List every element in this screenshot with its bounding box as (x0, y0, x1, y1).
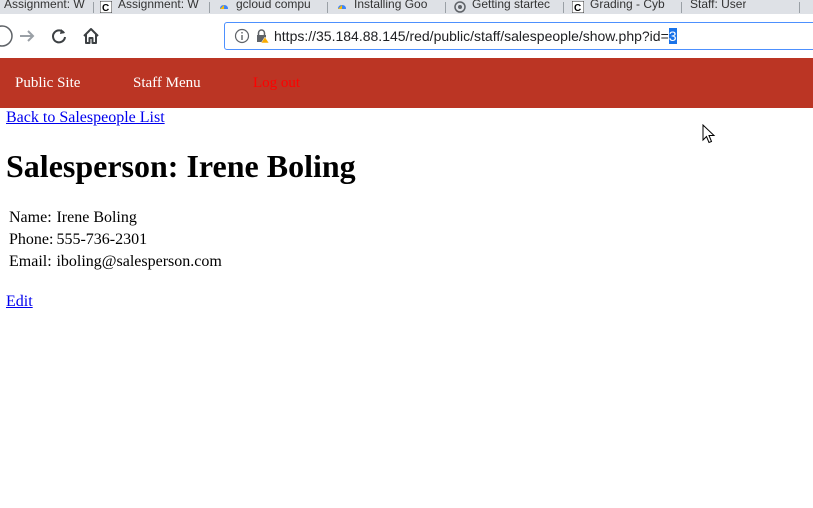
browser-tab[interactable]: Installing Goo (336, 0, 446, 14)
public-site-link[interactable]: Public Site (15, 75, 80, 92)
gear-icon (454, 1, 466, 13)
browser-tab[interactable]: Staff: User (690, 0, 800, 14)
tab-title: Staff: User (690, 0, 747, 11)
browser-tab[interactable]: Assignment: W (0, 0, 94, 14)
browser-tab[interactable]: C Assignment: W (100, 0, 210, 14)
forward-button[interactable] (15, 24, 39, 48)
page-title: Salesperson: Irene Boling (6, 148, 356, 184)
svg-text:C: C (574, 3, 581, 13)
browser-tab[interactable]: C Grading - Cyb (572, 0, 682, 14)
table-row: Email: iboling@salesperson.com (9, 251, 222, 273)
tab-title: Getting startec (472, 0, 551, 11)
tab-title: Installing Goo (354, 0, 428, 11)
gcloud-icon (338, 5, 346, 9)
reload-button[interactable] (47, 24, 71, 48)
address-bar[interactable]: https://35.184.88.145/red/public/staff/s… (224, 22, 813, 50)
detail-label: Phone: (9, 231, 54, 248)
svg-text:C: C (102, 3, 109, 13)
arrow-right-icon (20, 30, 35, 42)
detail-value: 555-736-2301 (56, 231, 148, 248)
staff-menu-link[interactable]: Staff Menu (133, 75, 201, 92)
url-selection: 3 (668, 28, 677, 44)
tab-title: gcloud compu (236, 0, 311, 11)
table-row: Phone: 555-736-2301 (9, 229, 222, 251)
url-text: https://35.184.88.145/red/public/staff/s… (274, 28, 677, 44)
back-to-list-link[interactable]: Back to Salespeople List (6, 109, 165, 127)
back-button[interactable] (0, 24, 14, 48)
codepath-icon: C (100, 1, 112, 13)
browser-tab[interactable]: Getting startec (454, 0, 564, 14)
detail-value: iboling@salesperson.com (56, 253, 222, 270)
detail-value: Irene Boling (56, 209, 137, 226)
tab-title: Grading - Cyb (590, 0, 665, 11)
insecure-lock-icon (257, 29, 270, 44)
browser-tab[interactable]: gcloud compu (218, 0, 328, 14)
tab-title: Assignment: W (118, 0, 199, 11)
site-nav: Public Site Staff Menu Log out (0, 58, 813, 108)
info-icon (234, 28, 250, 44)
edit-link[interactable]: Edit (6, 293, 33, 311)
home-button[interactable] (79, 24, 103, 48)
tab-title: Assignment: W (4, 0, 85, 11)
log-out-link[interactable]: Log out (253, 75, 300, 92)
detail-label: Email: (9, 253, 52, 270)
home-icon (83, 28, 99, 44)
reload-icon (52, 29, 66, 44)
salesperson-details: Name: Irene Boling Phone: 555-736-2301 E… (6, 207, 225, 273)
codepath-icon: C (572, 1, 584, 13)
browser-toolbar: https://35.184.88.145/red/public/staff/s… (0, 14, 813, 58)
mouse-cursor-icon (702, 124, 716, 144)
table-row: Name: Irene Boling (9, 207, 222, 229)
circle-back-icon (0, 25, 13, 47)
browser-tab-strip: Assignment: W C Assignment: W gcloud com… (0, 0, 813, 14)
detail-label: Name: (9, 209, 52, 226)
gcloud-icon (220, 5, 228, 9)
